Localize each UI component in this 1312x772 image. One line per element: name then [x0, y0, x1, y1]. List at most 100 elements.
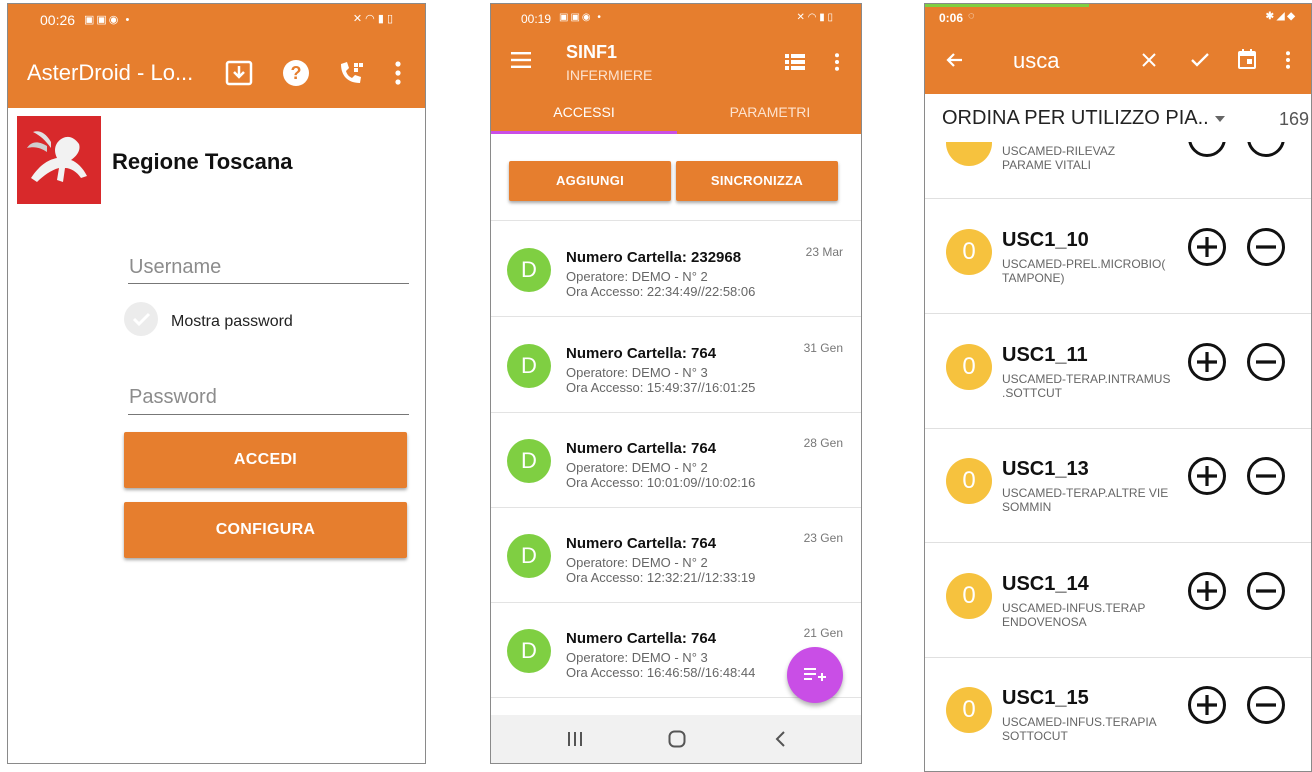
- list-item[interactable]: 0 USC1_15 USCAMED-INFUS.TERAPIA SOTTOCUT: [925, 657, 1311, 771]
- configure-button[interactable]: CONFIGURA: [124, 502, 407, 558]
- minus-circle-icon[interactable]: [1246, 342, 1286, 382]
- avatar: D: [507, 534, 551, 578]
- count-badge: 0: [946, 687, 992, 733]
- page-title: SINF1: [566, 42, 618, 62]
- region-logo: [17, 116, 101, 204]
- back-icon[interactable]: [774, 730, 786, 748]
- more-vert-icon[interactable]: [394, 61, 402, 85]
- download-icon[interactable]: [225, 60, 253, 86]
- show-password-label: Mostra password: [171, 313, 293, 330]
- home-icon[interactable]: [668, 730, 686, 748]
- minus-circle-icon[interactable]: [1246, 571, 1286, 611]
- item-desc-line1: USCAMED-RILEVAZ: [1002, 144, 1116, 158]
- show-password-checkbox[interactable]: [124, 302, 158, 336]
- plus-circle-icon[interactable]: [1187, 456, 1227, 496]
- username-placeholder: Username: [129, 256, 222, 278]
- item-title: Numero Cartella: 232968: [566, 249, 742, 266]
- minus-circle-icon[interactable]: [1246, 142, 1286, 158]
- list-item[interactable]: 0 USC1_10 USCAMED-PREL.MICROBIO( TAMPONE…: [925, 199, 1311, 314]
- page-subtitle: INFERMIERE: [566, 67, 653, 83]
- list-item[interactable]: D Numero Cartella: 232968 Operatore: DEM…: [491, 221, 861, 317]
- list-item[interactable]: D Numero Cartella: 764 Operatore: DEMO -…: [491, 317, 861, 413]
- item-desc-line1: USCAMED-INFUS.TERAPIA: [1002, 715, 1157, 729]
- minus-circle-icon[interactable]: [1246, 456, 1286, 496]
- list-item[interactable]: D Numero Cartella: 764 Operatore: DEMO -…: [491, 412, 861, 508]
- clear-icon[interactable]: [1141, 52, 1157, 68]
- app-bar: SINF1 INFERMIERE ACCESSI PARAMETRI: [491, 32, 861, 134]
- list-item[interactable]: 0 USC1_11 USCAMED-TERAP.INTRAMUS .SOTTCU…: [925, 314, 1311, 429]
- item-operator: Operatore: DEMO - N° 2: [566, 269, 708, 284]
- recent-apps-icon[interactable]: [567, 731, 583, 747]
- item-code: USC1_15: [1002, 687, 1089, 709]
- item-desc-line2: TAMPONE): [1002, 271, 1065, 285]
- item-date: 21 Gen: [803, 626, 843, 640]
- item-operator: Operatore: DEMO - N° 2: [566, 460, 708, 475]
- item-time: Ora Accesso: 10:01:09//10:02:16: [566, 475, 756, 490]
- playlist-add-icon: [804, 666, 826, 684]
- password-field[interactable]: Password: [128, 380, 409, 420]
- login-button[interactable]: ACCEDI: [124, 432, 407, 488]
- item-desc-line1: USCAMED-PREL.MICROBIO(: [1002, 257, 1166, 271]
- item-time: Ora Accesso: 16:46:58//16:48:44: [566, 665, 756, 680]
- avatar: D: [507, 344, 551, 388]
- list-item[interactable]: D Numero Cartella: 764 Operatore: DEMO -…: [491, 507, 861, 603]
- count-badge: 0: [946, 344, 992, 390]
- tab-label: ACCESSI: [553, 104, 615, 120]
- item-desc-line2: SOTTOCUT: [1002, 729, 1068, 743]
- minus-circle-icon[interactable]: [1246, 227, 1286, 267]
- status-bar: 00:19 ▣▣◉ • ✕ ◠ ▮ ▯: [491, 4, 861, 32]
- list-view-icon[interactable]: [785, 54, 805, 70]
- plus-circle-icon[interactable]: [1187, 571, 1227, 611]
- avatar: D: [507, 439, 551, 483]
- search-input[interactable]: usca: [1013, 48, 1059, 74]
- phone-settings-icon[interactable]: [337, 59, 365, 87]
- help-icon[interactable]: ?: [282, 59, 310, 87]
- fab-add-list-button[interactable]: [787, 647, 843, 703]
- list-item[interactable]: 0 USC1_13 USCAMED-TERAP.ALTRE VIE SOMMIN: [925, 428, 1311, 543]
- item-desc-line1: USCAMED-INFUS.TERAP: [1002, 601, 1146, 615]
- back-arrow-icon[interactable]: [945, 52, 963, 68]
- username-field[interactable]: Username: [128, 249, 409, 289]
- status-bar: 00:26 ▣▣◉ • ✕ ◠ ▮ ▯: [8, 4, 425, 36]
- services-screen: 0:06 ◌ ✱ ◢ ◆ usca ORDINA PER UTILIZZO PI…: [924, 3, 1312, 772]
- list-item[interactable]: 0 USC1_14 USCAMED-INFUS.TERAP ENDOVENOSA: [925, 543, 1311, 658]
- item-operator: Operatore: DEMO - N° 2: [566, 555, 708, 570]
- more-vert-icon[interactable]: [834, 53, 840, 71]
- plus-circle-icon[interactable]: [1187, 227, 1227, 267]
- more-vert-icon[interactable]: [1285, 51, 1291, 69]
- item-date: 28 Gen: [803, 436, 843, 450]
- check-icon[interactable]: [1190, 52, 1210, 68]
- sync-button[interactable]: SINCRONIZZA: [676, 161, 838, 201]
- plus-circle-icon[interactable]: [1187, 685, 1227, 725]
- list-item[interactable]: USCAMED-RILEVAZ PARAME VITALI: [925, 142, 1311, 199]
- item-operator: Operatore: DEMO - N° 3: [566, 650, 708, 665]
- svg-text:?: ?: [291, 63, 302, 83]
- sort-dropdown[interactable]: ORDINA PER UTILIZZO PIA.. 169: [925, 94, 1311, 142]
- plus-circle-icon[interactable]: [1187, 142, 1227, 158]
- status-time: 00:26: [40, 12, 76, 28]
- tab-accessi[interactable]: ACCESSI: [491, 94, 677, 134]
- add-button[interactable]: AGGIUNGI: [509, 161, 671, 201]
- item-code: USC1_13: [1002, 458, 1089, 480]
- whatsapp-icon: ◌: [968, 10, 975, 22]
- count-badge: 0: [946, 573, 992, 619]
- count-badge: 0: [946, 458, 992, 504]
- search-bar: usca: [925, 30, 1311, 94]
- item-desc-line1: USCAMED-TERAP.INTRAMUS: [1002, 372, 1171, 386]
- login-screen: 00:26 ▣▣◉ • ✕ ◠ ▮ ▯ AsterDroid - Lo... ?…: [7, 3, 426, 764]
- count-badge: 0: [946, 229, 992, 275]
- password-placeholder: Password: [129, 386, 217, 408]
- minus-circle-icon[interactable]: [1246, 685, 1286, 725]
- app-title: AsterDroid - Lo...: [27, 60, 194, 85]
- access-list-screen: 00:19 ▣▣◉ • ✕ ◠ ▮ ▯ SINF1 INFERMIERE ACC…: [490, 3, 862, 764]
- item-title: Numero Cartella: 764: [566, 440, 717, 457]
- item-desc-line1: USCAMED-TERAP.ALTRE VIE: [1002, 486, 1169, 500]
- calendar-icon[interactable]: [1238, 49, 1256, 69]
- menu-icon[interactable]: [511, 52, 531, 68]
- item-code: USC1_10: [1002, 229, 1089, 251]
- plus-circle-icon[interactable]: [1187, 342, 1227, 382]
- tab-parametri[interactable]: PARAMETRI: [677, 94, 861, 134]
- item-time: Ora Accesso: 12:32:21//12:33:19: [566, 570, 756, 585]
- region-name: Regione Toscana: [112, 149, 293, 174]
- signal-icons: ✕ ◠ ▮ ▯: [352, 13, 393, 25]
